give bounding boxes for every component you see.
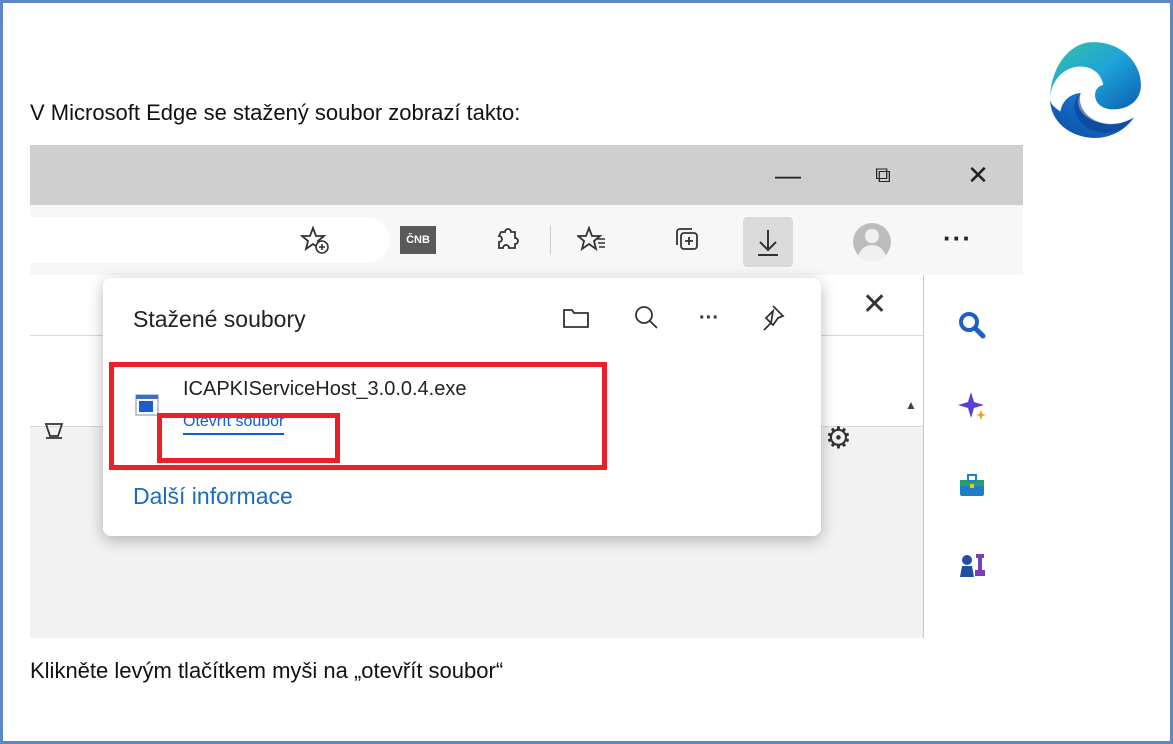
close-window-button[interactable]: ✕ (958, 155, 998, 195)
profile-avatar[interactable] (853, 223, 891, 261)
downloads-title: Stažené soubory (133, 306, 306, 332)
favorites-icon[interactable] (575, 223, 609, 257)
settings-more-button[interactable]: ··· (943, 223, 972, 254)
open-file-highlight (157, 413, 340, 463)
games-icon[interactable] (954, 547, 990, 583)
paint-bucket-icon[interactable] (44, 416, 64, 456)
cnb-extension-icon[interactable]: ČNB (400, 226, 436, 254)
favorite-add-icon[interactable] (298, 223, 332, 257)
search-icon[interactable] (954, 307, 990, 343)
pin-icon[interactable] (753, 300, 789, 336)
collections-icon[interactable] (670, 223, 704, 257)
edge-sidebar (924, 275, 1023, 638)
restore-button[interactable]: ⧉ (863, 155, 903, 195)
toolbar-divider (550, 225, 551, 255)
browser-toolbar: ČNB ··· (30, 205, 1023, 275)
tools-icon[interactable] (954, 467, 990, 503)
edge-browser-screenshot: — ⧉ ✕ ČNB ··· ✕ ⚙ ▲ Stažené soubory ··· … (30, 145, 1023, 638)
open-folder-icon[interactable] (558, 300, 594, 336)
downloads-button[interactable] (743, 217, 793, 267)
panel-close-button[interactable]: ✕ (862, 287, 887, 322)
scroll-up-arrow[interactable]: ▲ (905, 398, 917, 412)
title-bar: — ⧉ ✕ (30, 145, 1023, 205)
microsoft-edge-logo (1050, 42, 1141, 138)
intro-text: V Microsoft Edge se stažený soubor zobra… (30, 100, 521, 125)
gear-icon[interactable]: ⚙ (825, 421, 852, 456)
address-bar[interactable] (30, 217, 390, 263)
search-downloads-icon[interactable] (628, 300, 664, 336)
more-info-link[interactable]: Další informace (133, 483, 293, 510)
extensions-icon[interactable] (490, 223, 524, 257)
minimize-button[interactable]: — (768, 155, 808, 195)
copilot-icon[interactable] (954, 387, 990, 423)
instruction-text: Klikněte levým tlačítkem myši na „otevří… (30, 658, 504, 683)
downloads-more-button[interactable]: ··· (691, 300, 727, 336)
